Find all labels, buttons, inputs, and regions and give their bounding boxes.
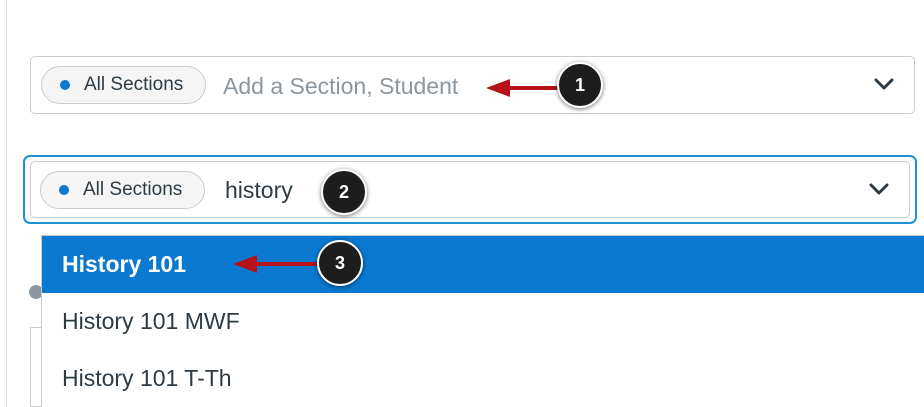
- section-filter-combobox[interactable]: All Sections Add a Section, Student: [30, 56, 915, 114]
- section-filter-combobox-focused[interactable]: All Sections history: [30, 161, 910, 218]
- callout-badge-3: 3: [317, 240, 363, 286]
- chevron-down-icon[interactable]: [874, 77, 894, 91]
- callout-arrow-1: [486, 79, 562, 97]
- all-sections-chip[interactable]: All Sections: [41, 66, 206, 104]
- all-sections-chip[interactable]: All Sections: [40, 171, 205, 209]
- option-history-101-mwf[interactable]: History 101 MWF: [42, 293, 924, 350]
- dot-icon: [59, 185, 69, 195]
- section-options-listbox: History 101 History 101 MWF History 101 …: [41, 235, 924, 407]
- callout-arrow-3: [233, 255, 321, 273]
- search-input-placeholder[interactable]: Add a Section, Student: [223, 73, 458, 100]
- callout-badge-2: 2: [321, 169, 367, 215]
- chip-label: All Sections: [84, 74, 184, 95]
- option-history-101[interactable]: History 101: [42, 236, 924, 293]
- search-input[interactable]: history: [225, 177, 293, 204]
- callout-badge-1: 1: [557, 62, 603, 108]
- dot-icon: [60, 80, 70, 90]
- page-divider: [6, 0, 7, 407]
- chevron-down-icon[interactable]: [869, 182, 889, 196]
- chip-label: All Sections: [83, 179, 183, 200]
- option-history-101-t-th[interactable]: History 101 T-Th: [42, 350, 924, 407]
